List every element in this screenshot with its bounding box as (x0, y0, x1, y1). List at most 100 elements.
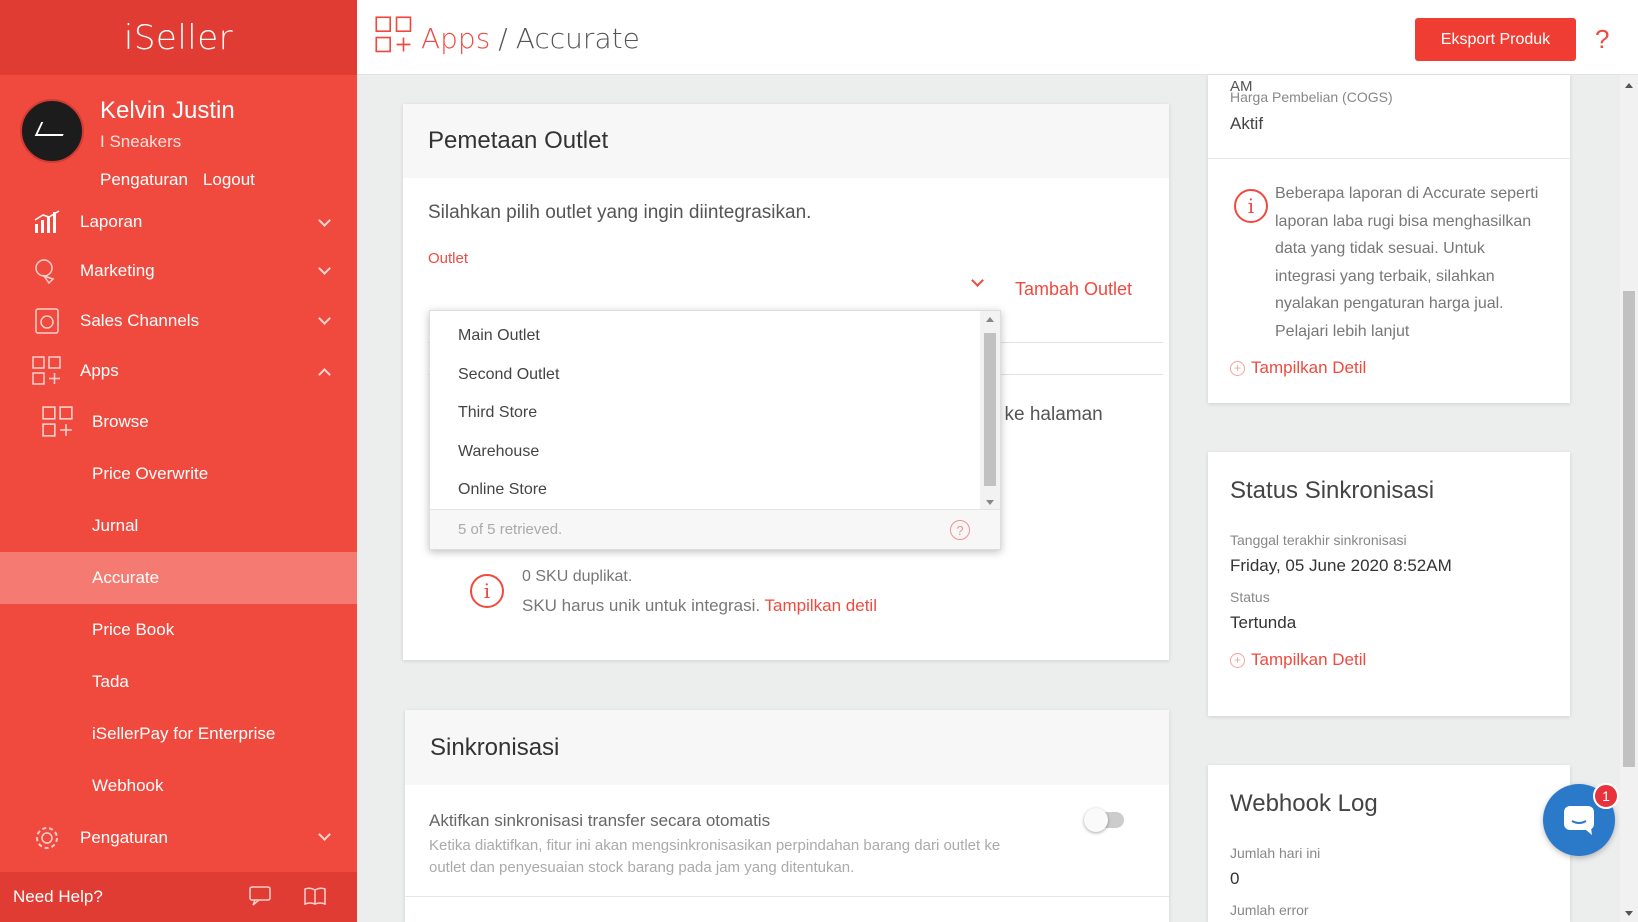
scroll-up-icon[interactable] (986, 317, 994, 322)
sidebar-item-label: Pengaturan (80, 828, 168, 847)
user-profile: Kelvin Justin I Sneakers Pengaturan Logo… (0, 75, 357, 215)
breadcrumb: Apps / Accurate (375, 16, 640, 61)
sidebar-item-marketing[interactable]: Marketing (0, 246, 357, 296)
export-product-button[interactable]: Eksport Produk (1415, 18, 1576, 61)
divider (1208, 158, 1570, 159)
sync-status-card: Status Sinkronisasi Tanggal terakhir sin… (1208, 452, 1570, 716)
card-title: Pemetaan Outlet (403, 104, 1169, 178)
sidebar-subitem-iseller-pay[interactable]: iSellerPay for Enterprise (0, 708, 357, 760)
auto-transfer-description: Ketika diaktifkan, fitur ini akan mengsi… (429, 837, 1001, 876)
sidebar-subitem-accurate[interactable]: Accurate (0, 552, 357, 604)
sidebar-item-label: Browse (92, 412, 149, 431)
outlet-description: Silahkan pilih outlet yang ingin diinteg… (428, 202, 812, 223)
sidebar: iSeller Kelvin Justin I Sneakers Pengatu… (0, 0, 357, 922)
auto-transfer-toggle[interactable] (1084, 808, 1124, 832)
today-count-label: Jumlah hari ini (1230, 845, 1321, 861)
settings-link[interactable]: Pengaturan (100, 170, 188, 190)
error-count-label: Jumlah error (1230, 902, 1309, 918)
auto-transfer-title: Aktifkan sinkronisasi transfer secara ot… (429, 811, 771, 830)
toggle-knob (1084, 808, 1108, 832)
sidebar-item-label: Marketing (80, 261, 155, 280)
notification-badge: 1 (1593, 783, 1619, 809)
partial-text: i ke halaman (995, 404, 1103, 425)
dropdown-footer: 5 of 5 retrieved. ? (430, 509, 1000, 549)
duplicate-note: SKU harus unik untuk integrasi. Tampilka… (522, 596, 877, 615)
breadcrumb-apps[interactable]: Apps (421, 22, 490, 55)
sidebar-subitem-jurnal[interactable]: Jurnal (0, 500, 357, 552)
breadcrumb-separator: / (498, 22, 508, 55)
show-detail-link[interactable]: + Tampilkan Detil (1230, 650, 1366, 670)
plus-circle-icon: + (1230, 652, 1245, 668)
scroll-up-icon[interactable] (1625, 83, 1633, 88)
page-scrollbar[interactable] (1620, 75, 1638, 922)
last-sync-value: Friday, 05 June 2020 8:52AM (1230, 556, 1452, 575)
sidebar-item-label: iSellerPay for Enterprise (92, 724, 276, 743)
store-name: I Sneakers (100, 132, 182, 151)
cogs-info-card: AM Harga Pembelian (COGS) Aktif i Bebera… (1208, 75, 1570, 403)
sidebar-subitem-webhook[interactable]: Webhook (0, 760, 357, 812)
question-icon[interactable]: ? (950, 520, 970, 540)
user-name: Kelvin Justin (100, 97, 235, 124)
chat-bubble-icon[interactable] (249, 886, 273, 911)
sidebar-item-apps[interactable]: Apps (0, 346, 357, 396)
sidebar-subitem-tada[interactable]: Tada (0, 656, 357, 708)
apps-grid-icon (32, 356, 62, 386)
sidebar-subitem-price-book[interactable]: Price Book (0, 604, 357, 656)
today-count-value: 0 (1230, 869, 1240, 888)
breadcrumb-current: Accurate (515, 22, 640, 55)
sidebar-item-label: Tada (92, 672, 129, 691)
sidebar-item-label: Jurnal (92, 516, 139, 535)
dropdown-option[interactable]: Third Store (430, 394, 982, 433)
divider (405, 896, 1169, 897)
learn-more-link[interactable]: Pelajari lebih lanjut (1275, 318, 1540, 346)
dropdown-option[interactable]: Second Outlet (430, 356, 982, 395)
gear-icon (32, 823, 62, 853)
apps-grid-icon (375, 16, 413, 61)
card-title: Status Sinkronisasi (1230, 477, 1435, 504)
plus-circle-icon: + (1230, 360, 1245, 376)
scroll-down-icon[interactable] (986, 500, 994, 505)
need-help-label[interactable]: Need Help? (13, 887, 103, 907)
card-title: Sinkronisasi (405, 710, 1169, 785)
bar-chart-icon (32, 207, 62, 237)
scroll-down-icon[interactable] (1625, 911, 1633, 916)
outlet-field-label: Outlet (428, 250, 469, 267)
sidebar-item-sales-channels[interactable]: Sales Channels (0, 296, 357, 346)
sidebar-item-label: Price Book (92, 620, 175, 639)
status-label: Status (1230, 589, 1270, 605)
app-logo[interactable]: iSeller (0, 0, 357, 75)
add-outlet-link[interactable]: Tambah Outlet (1015, 279, 1132, 300)
dropdown-option[interactable]: Warehouse (430, 433, 982, 472)
show-duplicate-detail-link[interactable]: Tampilkan detil (765, 596, 877, 615)
scroll-thumb[interactable] (1623, 291, 1635, 767)
sync-card: Sinkronisasi Aktifkan sinkronisasi trans… (405, 710, 1169, 922)
scroll-thumb[interactable] (984, 333, 996, 486)
sidebar-item-label: Accurate (92, 568, 160, 587)
sidebar-item-label: Laporan (80, 212, 143, 231)
help-icon[interactable]: ? (1595, 24, 1609, 55)
sidebar-item-laporan[interactable]: Laporan (0, 198, 357, 246)
marketing-icon (32, 256, 62, 286)
sales-channel-icon (32, 306, 62, 336)
sidebar-item-label: Webhook (92, 776, 164, 795)
chevron-down-icon (318, 828, 331, 841)
dropdown-scrollbar[interactable] (980, 311, 1000, 511)
chevron-up-icon (318, 368, 331, 381)
chevron-down-icon[interactable] (971, 274, 984, 287)
cogs-value: Aktif (1230, 114, 1264, 133)
sidebar-item-label: Price Overwrite (92, 464, 209, 483)
sidebar-subitem-browse[interactable]: Browse (0, 396, 357, 448)
dropdown-option[interactable]: Online Store (430, 471, 982, 510)
sidebar-item-pengaturan[interactable]: Pengaturan (0, 812, 357, 864)
apps-grid-icon (42, 406, 74, 438)
logout-link[interactable]: Logout (203, 170, 255, 190)
book-icon[interactable] (303, 886, 327, 911)
profile-links: Pengaturan Logout (100, 170, 255, 190)
sidebar-subitem-price-overwrite[interactable]: Price Overwrite (0, 448, 357, 500)
top-bar: Apps / Accurate Eksport Produk ? (357, 0, 1638, 75)
chat-icon (1564, 806, 1594, 835)
retrieved-count: 5 of 5 retrieved. (458, 521, 563, 538)
dropdown-option[interactable]: Main Outlet (430, 317, 982, 356)
show-detail-link[interactable]: + Tampilkan Detil (1230, 358, 1366, 378)
status-value: Tertunda (1230, 613, 1297, 632)
